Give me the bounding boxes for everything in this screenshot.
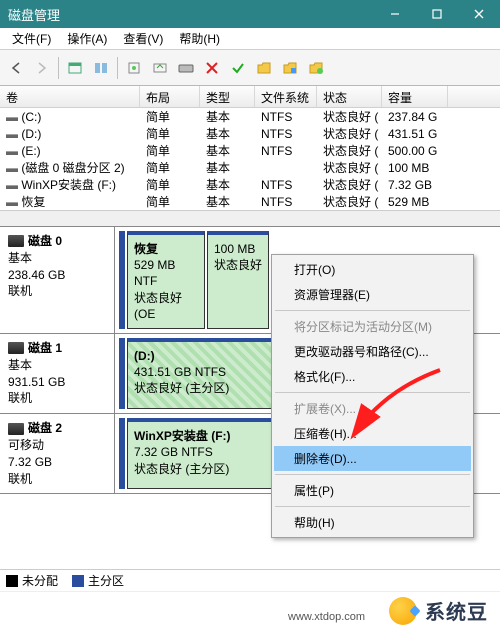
check-icon[interactable] xyxy=(226,56,250,80)
toolbar-icon[interactable] xyxy=(63,56,87,80)
toolbar-icon[interactable] xyxy=(122,56,146,80)
disk-icon xyxy=(8,235,24,247)
disk-icon xyxy=(8,423,24,435)
delete-icon[interactable] xyxy=(200,56,224,80)
ctx-format[interactable]: 格式化(F)... xyxy=(274,364,471,389)
disk-info[interactable]: 磁盘 2可移动7.32 GB联机 xyxy=(0,414,115,493)
col-layout[interactable]: 布局 xyxy=(140,86,200,107)
scrollbar-horizontal[interactable] xyxy=(0,210,500,226)
watermark-url: www.xtdop.com xyxy=(288,611,365,623)
menu-action[interactable]: 操作(A) xyxy=(59,28,115,49)
col-volume[interactable]: 卷 xyxy=(0,86,140,107)
brand-name: 系统豆 xyxy=(425,596,488,625)
folder-icon[interactable] xyxy=(278,56,302,80)
volume-row[interactable]: ▬ (C:)简单基本NTFS状态良好 (237.84 G xyxy=(0,108,500,125)
menu-file[interactable]: 文件(F) xyxy=(4,28,59,49)
disk-info[interactable]: 磁盘 1基本931.51 GB联机 xyxy=(0,334,115,413)
toolbar-icon[interactable] xyxy=(89,56,113,80)
folder-icon[interactable] xyxy=(304,56,328,80)
forward-button[interactable] xyxy=(30,56,54,80)
menu-view[interactable]: 查看(V) xyxy=(115,28,171,49)
volume-row[interactable]: ▬ WinXP安装盘 (F:)简单基本NTFS状态良好 (7.32 GB xyxy=(0,176,500,193)
ctx-explorer[interactable]: 资源管理器(E) xyxy=(274,282,471,307)
legend: 未分配 主分区 xyxy=(0,569,500,591)
minimize-button[interactable] xyxy=(374,0,416,28)
title-bar: 磁盘管理 xyxy=(0,0,500,28)
col-capacity[interactable]: 容量 xyxy=(382,86,448,107)
context-menu: 打开(O) 资源管理器(E) 将分区标记为活动分区(M) 更改驱动器号和路径(C… xyxy=(271,254,474,538)
disk-icon xyxy=(8,342,24,354)
col-fs[interactable]: 文件系统 xyxy=(255,86,317,107)
ctx-properties[interactable]: 属性(P) xyxy=(274,478,471,503)
maximize-button[interactable] xyxy=(416,0,458,28)
disk-info[interactable]: 磁盘 0基本238.46 GB联机 xyxy=(0,227,115,333)
volume-row[interactable]: ▬ 恢复简单基本NTFS状态良好 (529 MB xyxy=(0,193,500,210)
volume-row[interactable]: ▬ (D:)简单基本NTFS状态良好 (431.51 G xyxy=(0,125,500,142)
close-button[interactable] xyxy=(458,0,500,28)
back-button[interactable] xyxy=(4,56,28,80)
ctx-extend[interactable]: 扩展卷(X)... xyxy=(274,396,471,421)
folder-icon[interactable] xyxy=(252,56,276,80)
ctx-shrink[interactable]: 压缩卷(H)... xyxy=(274,421,471,446)
col-type[interactable]: 类型 xyxy=(200,86,255,107)
volume-row[interactable]: ▬ (E:)简单基本NTFS状态良好 (500.00 G xyxy=(0,142,500,159)
watermark: www.xtdop.com 系统豆 xyxy=(0,591,500,629)
toolbar xyxy=(0,50,500,86)
volume-list: 卷 布局 类型 文件系统 状态 容量 ▬ (C:)简单基本NTFS状态良好 (2… xyxy=(0,86,500,227)
ctx-change-letter[interactable]: 更改驱动器号和路径(C)... xyxy=(274,339,471,364)
menu-bar: 文件(F) 操作(A) 查看(V) 帮助(H) xyxy=(0,28,500,50)
volume-row[interactable]: ▬ (磁盘 0 磁盘分区 2)简单基本状态良好 (100 MB xyxy=(0,159,500,176)
col-status[interactable]: 状态 xyxy=(317,86,382,107)
legend-unallocated: 未分配 xyxy=(22,572,58,589)
ctx-mark-active[interactable]: 将分区标记为活动分区(M) xyxy=(274,314,471,339)
refresh-icon[interactable] xyxy=(148,56,172,80)
partition[interactable]: 恢复529 MB NTF状态良好 (OE xyxy=(127,231,205,329)
legend-primary: 主分区 xyxy=(88,572,124,589)
ctx-open[interactable]: 打开(O) xyxy=(274,257,471,282)
ctx-help[interactable]: 帮助(H) xyxy=(274,510,471,535)
window-title: 磁盘管理 xyxy=(8,5,374,24)
menu-help[interactable]: 帮助(H) xyxy=(171,28,228,49)
partition[interactable]: 100 MB状态良好 xyxy=(207,231,269,329)
volume-header: 卷 布局 类型 文件系统 状态 容量 xyxy=(0,86,500,108)
brand-icon xyxy=(389,597,417,625)
ctx-delete[interactable]: 删除卷(D)... xyxy=(274,446,471,471)
toolbar-icon[interactable] xyxy=(174,56,198,80)
